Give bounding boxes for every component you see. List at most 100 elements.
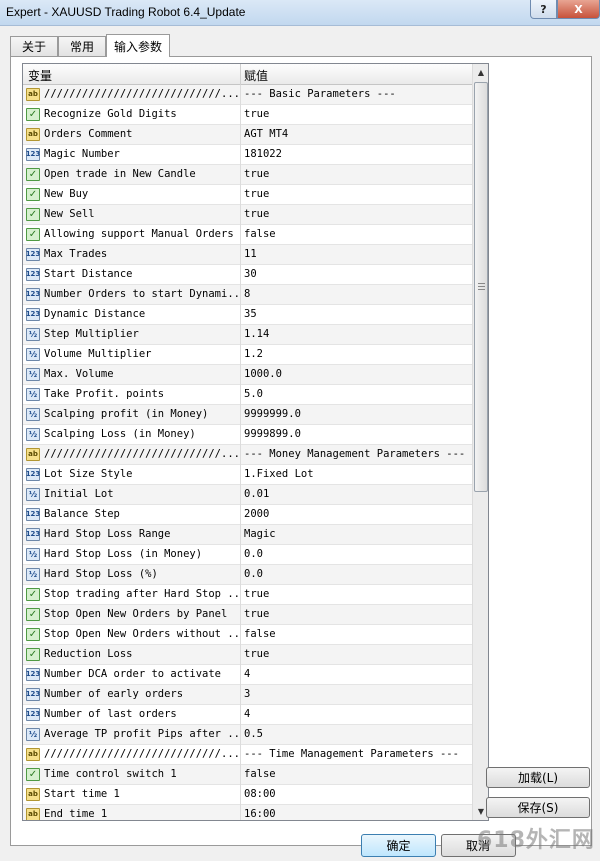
column-divider[interactable] [240,64,241,85]
parameter-value[interactable]: 3 [244,688,469,700]
close-button[interactable]: X [557,0,600,19]
tab-inputs[interactable]: 输入参数 [106,34,170,57]
table-row[interactable]: ½ Initial Lot 0.01 [23,485,472,505]
parameter-value[interactable]: AGT MT4 [244,128,469,140]
table-row[interactable]: 123 Number of early orders 3 [23,685,472,705]
parameters-list[interactable]: 变量 赋值 ab////////////////////////////... -… [22,63,489,821]
parameter-value[interactable]: 1.Fixed Lot [244,468,469,480]
column-header-variable[interactable]: 变量 [28,67,52,84]
parameter-value[interactable]: false [244,768,469,780]
parameter-value[interactable]: 8 [244,288,469,300]
parameter-value[interactable]: 9999899.0 [244,428,469,440]
double-type-icon: ½ [26,408,40,421]
table-row[interactable]: 123 Number DCA order to activate 4 [23,665,472,685]
table-row[interactable]: ½ Hard Stop Loss (%) 0.0 [23,565,472,585]
double-type-icon: ½ [26,568,40,581]
parameter-value[interactable]: 1.2 [244,348,469,360]
table-row[interactable]: ab ////////////////////////////... --- Tim… [23,745,472,765]
parameter-value[interactable]: 0.01 [244,488,469,500]
parameter-value[interactable]: true [244,648,469,660]
parameter-value[interactable]: Magic [244,528,469,540]
tab-about[interactable]: 关于 [10,36,58,56]
parameter-value[interactable]: true [244,188,469,200]
parameter-value[interactable]: true [244,608,469,620]
parameter-value[interactable]: 35 [244,308,469,320]
parameter-value[interactable]: 9999999.0 [244,408,469,420]
table-row[interactable]: ✓ New Buy true [23,185,472,205]
parameter-name: Max. Volume [44,368,114,380]
save-button[interactable]: 保存(S) [486,797,590,818]
scroll-thumb[interactable] [474,82,488,492]
table-row[interactable]: 123 Dynamic Distance 35 [23,305,472,325]
table-row[interactable]: ½ Volume Multiplier 1.2 [23,345,472,365]
table-row[interactable]: ½ Hard Stop Loss (in Money) 0.0 [23,545,472,565]
ok-button[interactable]: 确定 [361,834,436,857]
parameter-value[interactable]: --- Money Management Parameters --- [244,448,469,460]
parameter-value[interactable]: 0.0 [244,568,469,580]
table-row[interactable]: 123 Number of last orders 4 [23,705,472,725]
table-row[interactable]: ab ////////////////////////////... --- Mon… [23,445,472,465]
table-row[interactable]: 123 Magic Number 181022 [23,145,472,165]
table-row[interactable]: 123 Balance Step 2000 [23,505,472,525]
parameter-value[interactable]: 5.0 [244,388,469,400]
table-row[interactable]: ✓ Stop Open New Orders by Panel true [23,605,472,625]
title-bar[interactable]: Expert - XAUUSD Trading Robot 6.4_Update… [0,0,600,26]
table-row[interactable]: ✓ Stop Open New Orders without ... false [23,625,472,645]
table-row[interactable]: ✓ Stop trading after Hard Stop ... true [23,585,472,605]
parameter-value[interactable]: true [244,108,469,120]
load-button[interactable]: 加载(L) [486,767,590,788]
parameter-value[interactable]: 0.5 [244,728,469,740]
parameter-value[interactable]: 11 [244,248,469,260]
parameter-name: Time control switch 1 [44,768,177,780]
parameter-value[interactable]: true [244,588,469,600]
parameter-value[interactable]: 1000.0 [244,368,469,380]
table-row[interactable]: ab End time 1 16:00 [23,805,472,820]
table-row[interactable]: ✓ Open trade in New Candle true [23,165,472,185]
parameter-value[interactable]: 08:00 [244,788,469,800]
table-row[interactable]: 123 Lot Size Style 1.Fixed Lot [23,465,472,485]
parameter-value[interactable]: false [244,228,469,240]
bool-type-icon: ✓ [26,648,40,661]
window-title: Expert - XAUUSD Trading Robot 6.4_Update [6,5,246,19]
parameter-value[interactable]: 16:00 [244,808,469,820]
table-row[interactable]: ab ////////////////////////////... --- Bas… [23,85,472,105]
parameter-value[interactable]: 4 [244,668,469,680]
table-row[interactable]: 123 Start Distance 30 [23,265,472,285]
table-row[interactable]: ✓ Recognize Gold Digits true [23,105,472,125]
parameter-value[interactable]: 4 [244,708,469,720]
table-row[interactable]: ½ Step Multiplier 1.14 [23,325,472,345]
table-row[interactable]: ½ Max. Volume 1000.0 [23,365,472,385]
parameter-value[interactable]: true [244,168,469,180]
table-row[interactable]: ½ Take Profit. points 5.0 [23,385,472,405]
parameter-name: Volume Multiplier [44,348,152,360]
parameter-value[interactable]: 30 [244,268,469,280]
column-header-value[interactable]: 赋值 [244,67,268,84]
parameter-value[interactable]: false [244,628,469,640]
table-row[interactable]: 123 Max Trades 11 [23,245,472,265]
help-button[interactable]: ? [530,0,557,19]
scroll-up-button[interactable]: ▲ [473,64,488,81]
vertical-scrollbar[interactable]: ▲ ▼ [472,64,488,820]
parameter-value[interactable]: 1.14 [244,328,469,340]
parameter-value[interactable]: true [244,208,469,220]
table-row[interactable]: ½ Scalping profit (in Money) 9999999.0 [23,405,472,425]
parameter-value[interactable]: --- Basic Parameters --- [244,88,469,100]
table-row[interactable]: ½ Average TP profit Pips after ... 0.5 [23,725,472,745]
table-row[interactable]: ab Orders Comment AGT MT4 [23,125,472,145]
parameter-value[interactable]: 0.0 [244,548,469,560]
table-row[interactable]: ✓ New Sell true [23,205,472,225]
table-row[interactable]: ✓ Time control switch 1 false [23,765,472,785]
parameter-value[interactable]: 2000 [244,508,469,520]
table-row[interactable]: 123 Hard Stop Loss Range Magic [23,525,472,545]
table-row[interactable]: ✓ Reduction Loss true [23,645,472,665]
table-row[interactable]: ✓ Allowing support Manual Orders false [23,225,472,245]
table-row[interactable]: ½ Scalping Loss (in Money) 9999899.0 [23,425,472,445]
parameter-name: ////////////////////////////... [44,88,238,100]
tab-common[interactable]: 常用 [58,36,106,56]
bool-type-icon: ✓ [26,228,40,241]
table-row[interactable]: ab Start time 1 08:00 [23,785,472,805]
table-row[interactable]: 123 Number Orders to start Dynami... 8 [23,285,472,305]
integer-type-icon: 123 [26,268,40,281]
parameter-value[interactable]: --- Time Management Parameters --- [244,748,469,760]
parameter-value[interactable]: 181022 [244,148,469,160]
